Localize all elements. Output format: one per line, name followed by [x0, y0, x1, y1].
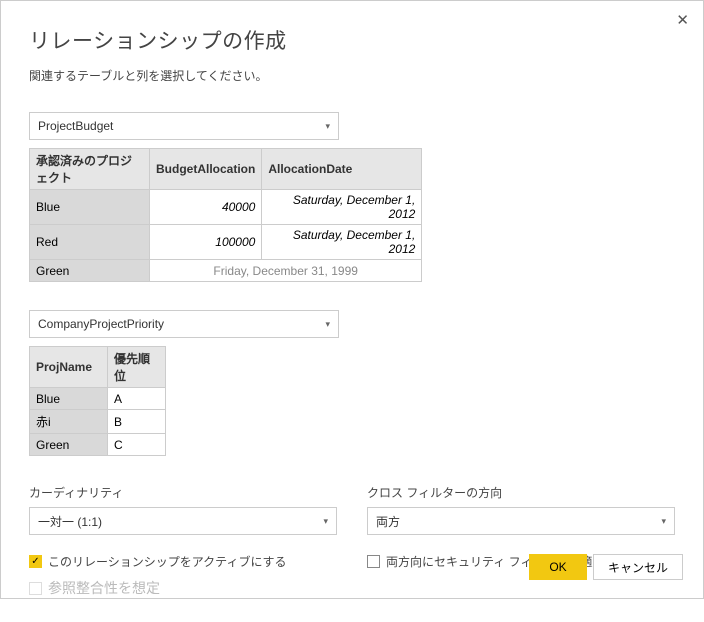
table1-col1[interactable]: BudgetAllocation	[150, 149, 262, 190]
table2-select[interactable]: CompanyProjectPriority ▾	[29, 310, 339, 338]
ok-button[interactable]: OK	[529, 554, 587, 580]
crossfilter-label: クロス フィルターの方向	[367, 484, 675, 501]
checkbox-icon	[29, 582, 42, 595]
crossfilter-select[interactable]: 両方 ▾	[367, 507, 675, 535]
cardinality-select[interactable]: 一対一 (1:1) ▾	[29, 507, 337, 535]
page-subtitle: 関連するテーブルと列を選択してください。	[29, 67, 675, 84]
table-row[interactable]: Green C	[30, 434, 166, 456]
table2-col0[interactable]: ProjName	[30, 347, 108, 388]
chevron-down-icon: ▾	[661, 516, 666, 527]
table1-col2[interactable]: AllocationDate	[262, 149, 422, 190]
table1-select-value: ProjectBudget	[38, 119, 113, 133]
checkbox-checked-icon: ✓	[29, 555, 42, 568]
table1-select[interactable]: ProjectBudget ▾	[29, 112, 339, 140]
table-row[interactable]: Blue 40000 Saturday, December 1, 2012	[30, 190, 422, 225]
chevron-down-icon: ▾	[323, 516, 328, 527]
table2-preview: ProjName 優先順位 Blue A 赤i B Green C	[29, 346, 166, 456]
checkbox-icon	[367, 555, 380, 568]
close-icon[interactable]: ✕	[676, 11, 689, 29]
refintegrity-checkbox-label: 参照整合性を想定	[48, 578, 160, 598]
table2-col1[interactable]: 優先順位	[108, 347, 166, 388]
crossfilter-value: 両方	[376, 513, 400, 530]
table-row[interactable]: 赤i B	[30, 410, 166, 434]
active-checkbox-label: このリレーションシップをアクティブにする	[48, 553, 287, 570]
cancel-button[interactable]: キャンセル	[593, 554, 683, 580]
table2-select-value: CompanyProjectPriority	[38, 317, 164, 331]
table-row[interactable]: Green Friday, December 31, 1999	[30, 260, 422, 282]
cardinality-value: 一対一 (1:1)	[38, 513, 102, 530]
active-checkbox[interactable]: ✓ このリレーションシップをアクティブにする	[29, 553, 337, 570]
chevron-down-icon: ▾	[325, 319, 330, 330]
cardinality-label: カーディナリティ	[29, 484, 337, 501]
page-title: リレーションシップの作成	[29, 25, 675, 55]
refintegrity-checkbox: 参照整合性を想定	[29, 578, 337, 598]
table-row[interactable]: Red 100000 Saturday, December 1, 2012	[30, 225, 422, 260]
table-row[interactable]: Blue A	[30, 388, 166, 410]
chevron-down-icon: ▾	[325, 121, 330, 132]
table1-col0[interactable]: 承認済みのプロジェクト	[30, 149, 150, 190]
table1-preview: 承認済みのプロジェクト BudgetAllocation AllocationD…	[29, 148, 422, 282]
